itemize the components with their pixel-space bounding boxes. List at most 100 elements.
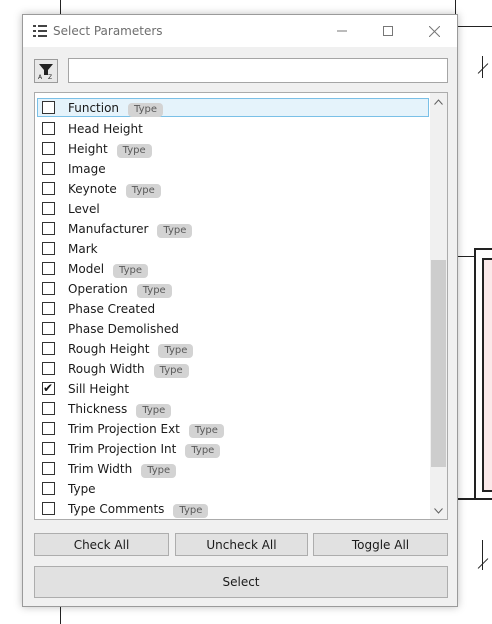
type-badge: Type [136,404,172,418]
list-item[interactable]: Keynote Type [37,179,429,198]
scroll-down-button[interactable] [430,502,447,519]
svg-text:A: A [38,74,43,80]
background-line [474,248,492,250]
item-label-text: Type [68,482,96,496]
item-label: Thickness Type [68,402,172,418]
item-label: Mark [68,242,98,256]
item-checkbox[interactable] [42,122,55,135]
list-item[interactable]: Function Type [37,98,429,117]
item-label: Phase Demolished [68,322,179,336]
background-line [455,26,492,27]
sort-button[interactable]: A Z [34,59,58,83]
list-item[interactable]: Type [37,479,429,498]
item-checkbox[interactable] [42,202,55,215]
item-checkbox[interactable] [42,182,55,195]
type-badge: Type [125,184,161,198]
item-label-text: Level [68,202,100,216]
maximize-button[interactable] [365,15,411,47]
list-item[interactable]: Manufacturer Type [37,219,429,238]
item-label: Trim Width Type [68,462,177,478]
item-checkbox[interactable] [42,242,55,255]
type-badge: Type [157,224,193,238]
uncheck-all-button[interactable]: Uncheck All [175,533,308,556]
item-checkbox[interactable] [42,442,55,455]
item-label: Head Height [68,122,143,136]
type-badge: Type [158,344,194,358]
item-label-text: Model [68,262,105,276]
maximize-icon [383,26,393,36]
type-badge: Type [185,444,221,458]
list-item[interactable]: Trim Projection Ext Type [37,419,429,438]
minimize-button[interactable] [319,15,365,47]
title-bar[interactable]: Select Parameters [23,15,457,47]
item-checkbox[interactable] [42,262,55,275]
background-line [477,63,489,74]
item-label-text: Keynote [68,182,117,196]
type-badge: Type [153,364,189,378]
item-label-text: Manufacturer [68,222,149,236]
item-label: Height Type [68,142,152,158]
item-checkbox[interactable] [42,101,55,114]
background-shape [482,258,492,492]
search-input[interactable] [68,58,448,83]
list-item[interactable]: Level [37,199,429,218]
item-label-text: Image [68,162,106,176]
background-line [477,558,489,569]
item-checkbox[interactable] [42,222,55,235]
item-label-text: Rough Width [68,362,145,376]
item-label-text: Sill Height [68,382,130,396]
parameter-list[interactable]: Function Type Head Height Height Type Image Ke… [34,92,448,520]
list-icon [33,25,47,37]
item-checkbox[interactable] [42,402,55,415]
scroll-up-button[interactable] [430,93,447,110]
list-item[interactable]: Mark [37,239,429,258]
item-label-text: Function [68,101,120,115]
item-label: Function Type [68,101,164,117]
close-button[interactable] [411,15,457,47]
item-checkbox[interactable] [42,462,55,475]
item-label: Model Type [68,262,148,278]
list-item[interactable]: Rough Width Type [37,359,429,378]
item-label: Phase Created [68,302,155,316]
item-label-text: Rough Height [68,342,150,356]
item-label: Type Comments Type [68,502,209,518]
item-label: Trim Projection Int Type [68,442,221,458]
toggle-all-button[interactable]: Toggle All [313,533,448,556]
list-item[interactable]: Thickness Type [37,399,429,418]
list-item[interactable]: Model Type [37,259,429,278]
list-item[interactable]: Rough Height Type [37,339,429,358]
item-checkbox[interactable] [42,142,55,155]
item-checkbox[interactable] [42,362,55,375]
list-item[interactable]: Image [37,159,429,178]
sort-az-icon: A Z [38,64,53,80]
item-label: Image [68,162,106,176]
list-item[interactable]: Head Height [37,119,429,138]
list-item[interactable]: Type Comments Type [37,499,429,518]
list-item[interactable]: Phase Created [37,299,429,318]
vertical-scrollbar[interactable] [430,93,447,519]
item-checkbox[interactable] [42,482,55,495]
item-checkbox[interactable] [42,322,55,335]
check-all-button[interactable]: Check All [34,533,169,556]
item-checkbox[interactable]: ✔ [42,381,55,395]
item-checkbox[interactable] [42,502,55,515]
item-checkbox[interactable] [42,282,55,295]
chevron-up-icon [434,98,443,105]
item-label: Trim Projection Ext Type [68,422,224,438]
chevron-down-icon [434,507,443,514]
item-checkbox[interactable] [42,342,55,355]
item-checkbox[interactable] [42,302,55,315]
list-item[interactable]: Trim Width Type [37,459,429,478]
list-item[interactable]: Trim Projection Int Type [37,439,429,458]
list-item[interactable]: Phase Demolished [37,319,429,338]
scrollbar-thumb[interactable] [431,260,446,467]
list-item[interactable]: ✔ Sill Height [37,379,429,398]
item-label-text: Trim Width [68,462,133,476]
select-button[interactable]: Select [34,566,448,598]
list-item[interactable]: Height Type [37,139,429,158]
item-checkbox[interactable] [42,422,55,435]
list-item[interactable]: Operation Type [37,279,429,298]
checkmark-icon: ✔ [43,381,54,395]
item-label-text: Trim Projection Int [68,442,177,456]
item-checkbox[interactable] [42,162,55,175]
